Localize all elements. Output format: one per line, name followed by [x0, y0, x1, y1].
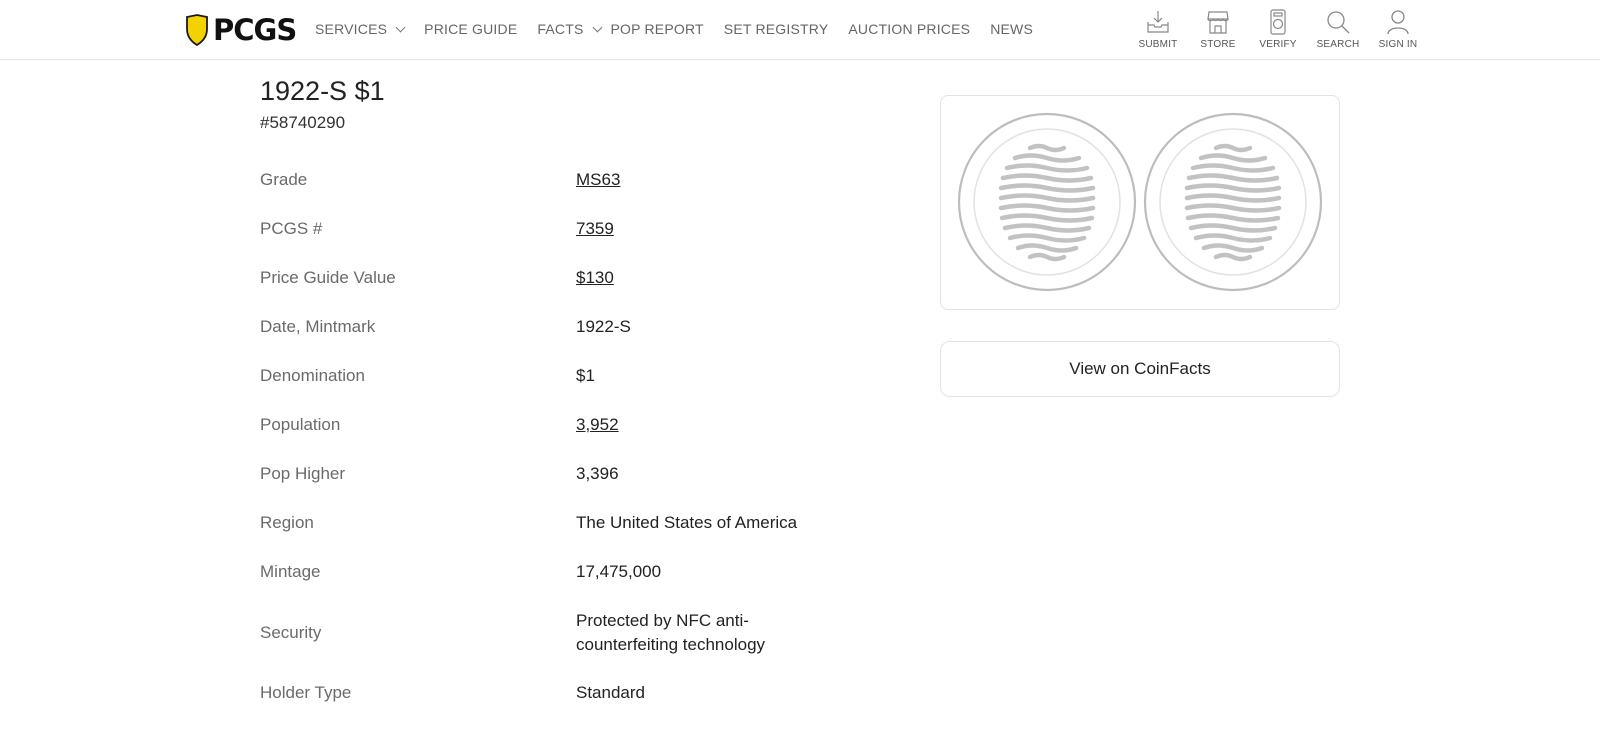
store-button[interactable]: STORE: [1188, 9, 1248, 50]
detail-label: Population: [260, 415, 341, 434]
grade-link[interactable]: MS63: [576, 168, 836, 192]
nav-services[interactable]: SERVICES: [315, 21, 406, 37]
sign-in-label: SIGN IN: [1378, 39, 1418, 50]
site-header: PCGS SERVICES PRICE GUIDE FACTS POP REPO…: [0, 0, 1600, 60]
detail-label: Holder Type: [260, 683, 352, 702]
submit-button[interactable]: SUBMIT: [1128, 9, 1188, 50]
detail-row-mintage: Mintage 17,475,000: [260, 560, 840, 584]
user-icon: [1387, 10, 1409, 35]
view-on-coinfacts-button[interactable]: View on CoinFacts: [940, 341, 1340, 397]
sign-in-button[interactable]: SIGN IN: [1368, 9, 1428, 50]
coin-obverse-placeholder-image[interactable]: [957, 112, 1137, 292]
inbox-tray-icon: [1147, 11, 1169, 33]
search-button[interactable]: SEARCH: [1308, 9, 1368, 50]
detail-row-pop-higher: Pop Higher 3,396: [260, 462, 840, 486]
search-icon: [1327, 11, 1350, 34]
shield-logo-icon: [186, 14, 208, 46]
nav-pop-report[interactable]: POP REPORT: [611, 21, 704, 37]
detail-row-region: Region The United States of America: [260, 511, 840, 535]
pcgs-number-link[interactable]: 7359: [576, 217, 836, 241]
nav-price-guide[interactable]: PRICE GUIDE: [424, 21, 517, 37]
detail-label: Region: [260, 513, 314, 532]
detail-row-population: Population 3,952: [260, 413, 840, 437]
detail-label: Date, Mintmark: [260, 317, 376, 336]
coin-reverse-placeholder-image[interactable]: [1143, 112, 1323, 292]
store-label: STORE: [1200, 39, 1236, 50]
detail-label: Grade: [260, 170, 308, 189]
nav-facts[interactable]: FACTS: [537, 21, 602, 37]
detail-label: PCGS #: [260, 219, 323, 238]
verify-button[interactable]: VERIFY: [1248, 9, 1308, 50]
detail-label: Pop Higher: [260, 464, 346, 483]
detail-row-date-mintmark: Date, Mintmark 1922-S: [260, 315, 840, 339]
nav-news[interactable]: NEWS: [990, 21, 1033, 37]
detail-row-pcgs-number: PCGS # 7359: [260, 217, 840, 241]
detail-value: $1: [576, 366, 595, 385]
logo-text: PCGS: [213, 13, 297, 47]
nav-set-registry-label: SET REGISTRY: [723, 21, 829, 37]
submit-label: SUBMIT: [1138, 39, 1178, 50]
detail-value: Protected by NFC anti-counterfeiting tec…: [576, 611, 766, 654]
detail-value: 1922-S: [576, 317, 631, 336]
detail-value: 3,396: [576, 464, 619, 483]
storefront-icon: [1207, 11, 1229, 34]
cert-number: #58740290: [260, 113, 346, 132]
nav-services-label: SERVICES: [315, 21, 388, 37]
header-tools: SUBMIT STORE VERIFY SEARCH SIGN IN: [1128, 9, 1417, 55]
nav-facts-label: FACTS: [537, 21, 584, 37]
search-label: SEARCH: [1316, 39, 1360, 50]
verify-label: VERIFY: [1259, 39, 1297, 50]
detail-label: Mintage: [260, 562, 321, 581]
nav-news-label: NEWS: [990, 21, 1034, 37]
detail-row-holder-type: Holder Type Standard: [260, 681, 840, 705]
detail-row-price-guide: Price Guide Value $130: [260, 266, 840, 290]
verify-holder-icon: [1270, 9, 1286, 35]
detail-value: 17,475,000: [576, 562, 662, 581]
detail-label: Denomination: [260, 366, 365, 385]
coin-image-card: [940, 95, 1340, 310]
chevron-down-icon: [592, 22, 602, 32]
detail-row-grade: Grade MS63: [260, 168, 840, 192]
detail-value: Standard: [576, 683, 645, 702]
population-link[interactable]: 3,952: [576, 413, 836, 437]
nav-auction-prices[interactable]: AUCTION PRICES: [848, 21, 970, 37]
nav-set-registry[interactable]: SET REGISTRY: [724, 21, 829, 37]
detail-value: The United States of America: [576, 513, 798, 532]
detail-row-security: Security Protected by NFC anti-counterfe…: [260, 609, 840, 657]
detail-row-denomination: Denomination $1: [260, 364, 840, 388]
price-guide-value-link[interactable]: $130: [576, 266, 836, 290]
pcgs-logo[interactable]: PCGS: [185, 13, 297, 47]
detail-label: Security: [260, 623, 322, 642]
nav-auction-prices-label: AUCTION PRICES: [848, 21, 971, 37]
chevron-down-icon: [395, 22, 406, 32]
page-title: 1922-S $1: [260, 76, 385, 106]
detail-label: Price Guide Value: [260, 268, 396, 287]
nav-pop-report-label: POP REPORT: [610, 21, 704, 37]
nav-price-guide-label: PRICE GUIDE: [424, 21, 518, 37]
main-nav: SERVICES PRICE GUIDE FACTS POP REPORT SE…: [315, 21, 1033, 37]
